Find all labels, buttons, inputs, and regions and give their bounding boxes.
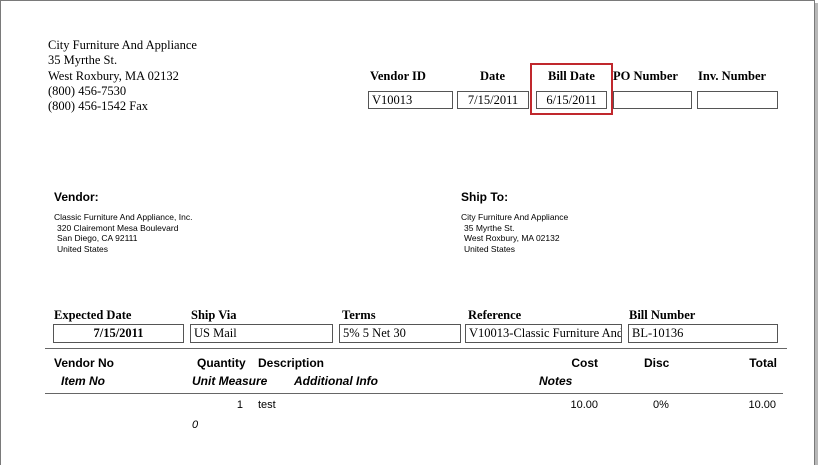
company-street: 35 Myrthe St. (48, 53, 118, 68)
vendor-title: Vendor: (54, 190, 99, 204)
reference-label: Reference (468, 308, 522, 322)
line-quantity: 1 (236, 399, 243, 411)
col-unit-measure: Unit Measure (192, 374, 268, 388)
ship-to-title: Ship To: (461, 190, 509, 204)
table-header-divider (45, 393, 783, 394)
terms-label: Terms (342, 308, 376, 322)
vendor-line: Classic Furniture And Appliance, Inc. (54, 212, 193, 222)
reference-field[interactable]: V10013-Classic Furniture And Appliance, … (465, 324, 622, 343)
vendor-id-label: Vendor ID (370, 69, 426, 83)
col-total: Total (749, 356, 777, 370)
terms-field[interactable]: 5% 5 Net 30 (339, 324, 461, 343)
date-field[interactable]: 7/15/2011 (457, 91, 529, 109)
company-fax: (800) 456-1542 Fax (48, 99, 148, 114)
col-description: Description (258, 356, 325, 370)
bill-date-highlight (530, 63, 613, 115)
line-disc: 0% (653, 399, 669, 411)
company-phone: (800) 456-7530 (48, 83, 127, 98)
ship-to-line: 35 Myrthe St. (464, 222, 515, 233)
bill-number-field[interactable]: BL-10136 (628, 324, 778, 343)
po-number-field[interactable] (613, 91, 692, 109)
ship-to-line: United States (464, 243, 516, 254)
bill-document: City Furniture And Appliance 35 Myrthe S… (0, 0, 815, 465)
company-address: City Furniture And Appliance 35 Myrthe S… (48, 38, 197, 114)
date-label: Date (480, 69, 505, 83)
company-name: City Furniture And Appliance (48, 38, 197, 52)
col-vendor-no: Vendor No (54, 356, 115, 370)
vendor-line: San Diego, CA 92111 (57, 233, 138, 243)
ship-via-label: Ship Via (191, 308, 237, 322)
ship-to-line: West Roxbury, MA 02132 (464, 233, 560, 243)
ship-to-line: City Furniture And Appliance (461, 212, 569, 222)
line-description: test (258, 399, 276, 411)
col-additional-info: Additional Info (294, 374, 378, 388)
line-total: 10.00 (748, 399, 776, 411)
line-unit-measure: 0 (192, 419, 199, 431)
line-cost: 10.00 (570, 399, 598, 411)
expected-date-label: Expected Date (54, 308, 132, 322)
ship-via-field[interactable]: US Mail (190, 324, 333, 343)
ship-to-address: City Furniture And Appliance 35 Myrthe S… (461, 212, 568, 254)
table-row: 1 test 10.00 0% 10.00 0 (1, 399, 816, 439)
col-item-no: Item No (61, 374, 106, 388)
col-notes: Notes (539, 374, 573, 388)
vendor-address: Classic Furniture And Appliance, Inc. 32… (54, 212, 192, 254)
col-quantity: Quantity (197, 356, 246, 370)
vendor-id-field[interactable]: V10013 (368, 91, 453, 109)
bill-number-label: Bill Number (629, 308, 696, 322)
expected-date-field[interactable]: 7/15/2011 (53, 324, 184, 343)
po-number-label: PO Number (613, 69, 678, 83)
col-disc: Disc (644, 356, 670, 370)
inv-number-field[interactable] (697, 91, 778, 109)
vendor-line: 320 Clairemont Mesa Boulevard (57, 222, 179, 233)
vendor-line: United States (57, 243, 109, 254)
inv-number-label: Inv. Number (698, 69, 767, 83)
col-cost: Cost (571, 356, 598, 370)
table-top-divider (45, 348, 787, 349)
company-city: West Roxbury, MA 02132 (48, 68, 179, 83)
